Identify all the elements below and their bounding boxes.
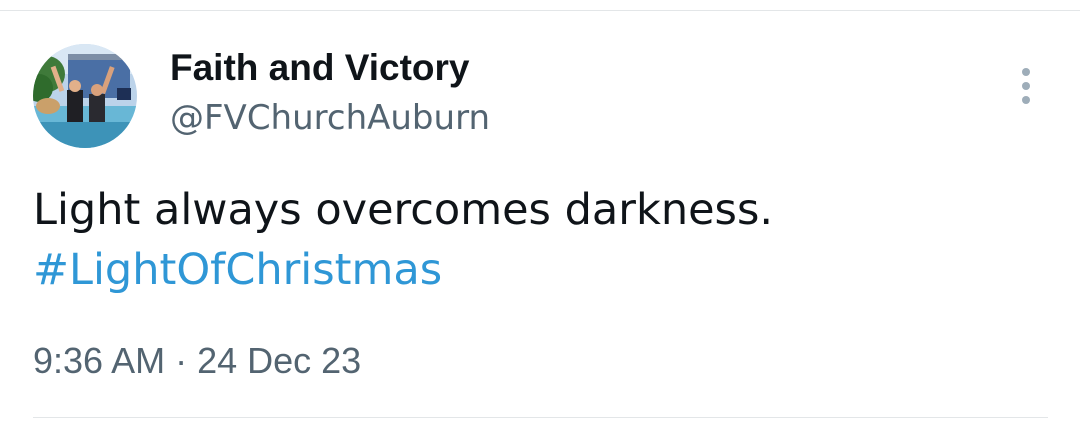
- bottom-divider: [33, 417, 1048, 418]
- tweet-body: Light always overcomes darkness.: [33, 185, 774, 235]
- more-vertical-icon: [1022, 68, 1030, 76]
- timestamp[interactable]: 9:36 AM · 24 Dec 23: [33, 338, 361, 384]
- tweet-time: 9:36 AM: [33, 340, 166, 381]
- tweet-text: Light always overcomes darkness. #LightO…: [33, 180, 1043, 300]
- profile-photo-icon: [33, 44, 137, 148]
- user-handle[interactable]: @FVChurchAuburn: [170, 96, 490, 140]
- display-name[interactable]: Faith and Victory: [170, 46, 490, 90]
- avatar[interactable]: [33, 44, 137, 148]
- more-vertical-icon: [1022, 96, 1030, 104]
- tweet-date: 24 Dec 23: [197, 340, 362, 381]
- hashtag-link[interactable]: #LightOfChristmas: [33, 240, 442, 300]
- author-block: Faith and Victory @FVChurchAuburn: [170, 46, 490, 140]
- timestamp-separator: ·: [175, 340, 188, 381]
- top-divider: [0, 10, 1080, 11]
- more-vertical-icon: [1022, 82, 1030, 90]
- more-options-button[interactable]: [1008, 62, 1044, 110]
